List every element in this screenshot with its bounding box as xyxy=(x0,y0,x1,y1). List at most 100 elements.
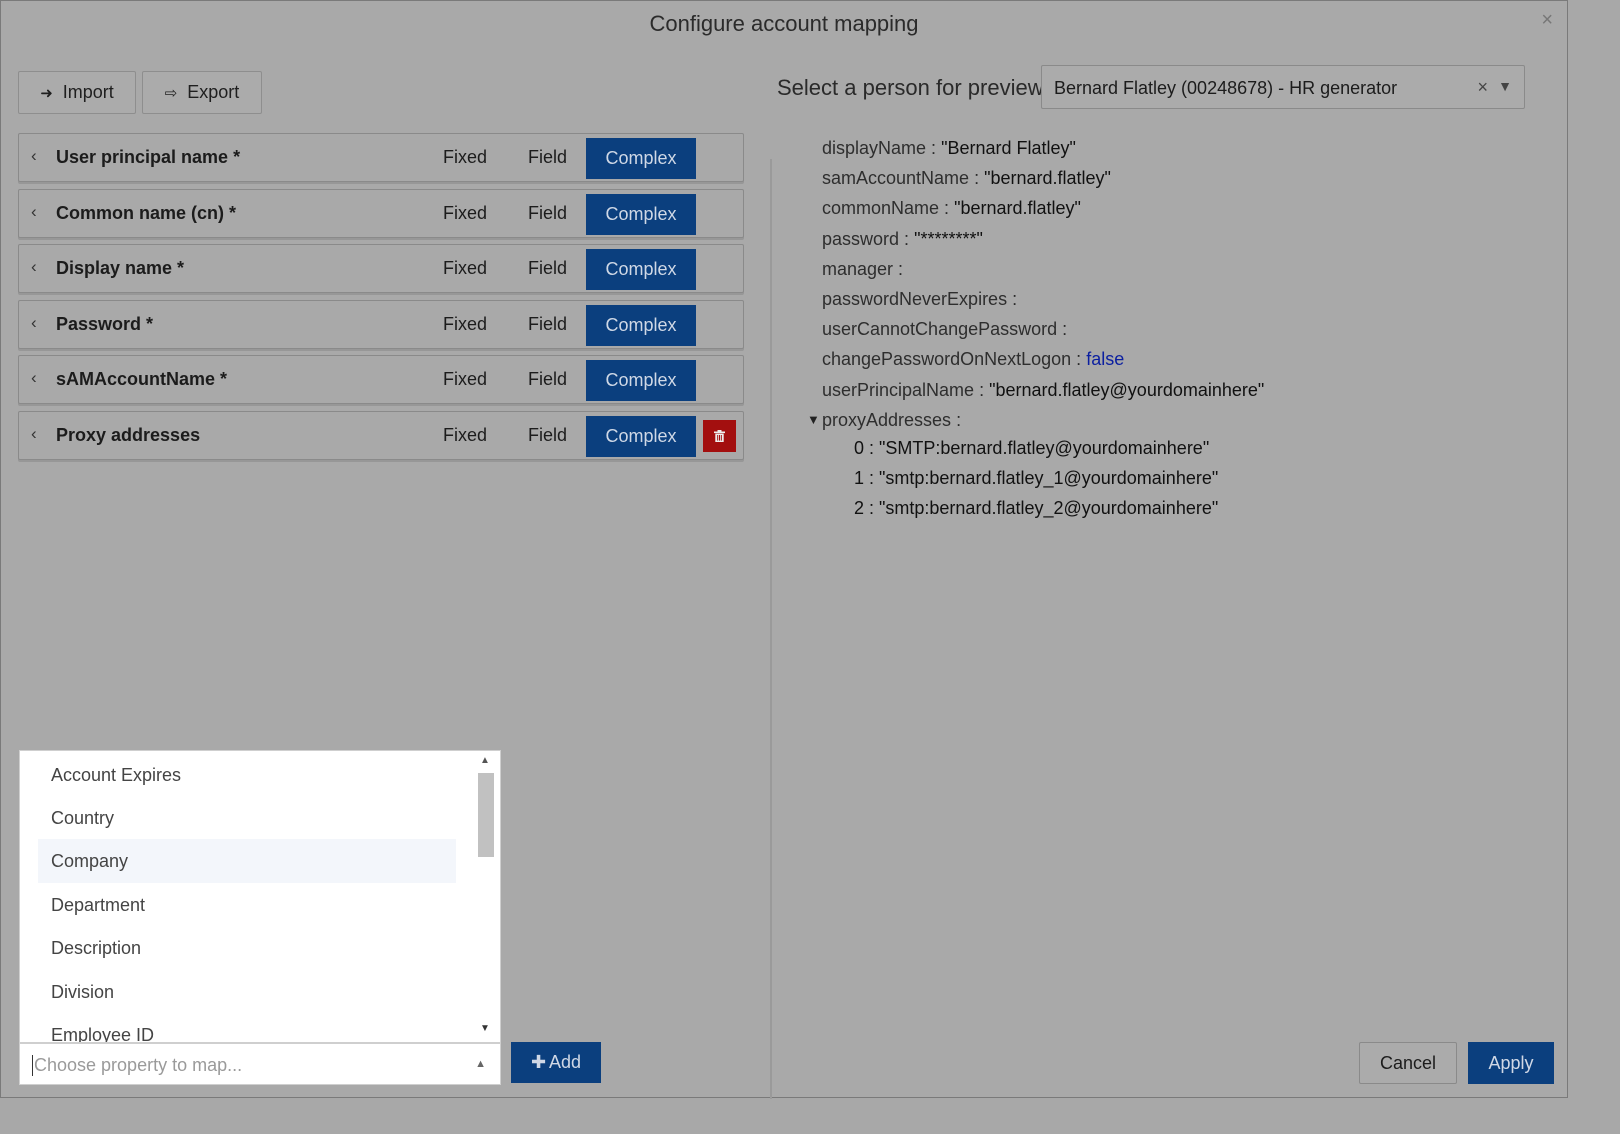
panel-divider xyxy=(770,159,772,1099)
property-sep: : xyxy=(974,380,990,400)
property-key: manager xyxy=(822,259,894,279)
proxy-address-item: 2 : "smtp:bernard.flatley_2@yourdomainhe… xyxy=(854,498,1219,518)
chevron-left-icon[interactable]: ‹ xyxy=(31,257,37,277)
fixed-option[interactable]: Fixed xyxy=(443,203,487,224)
proxy-address-item: 1 : "smtp:bernard.flatley_1@yourdomainhe… xyxy=(854,468,1219,488)
import-label: Import xyxy=(62,82,114,102)
mapping-name: Proxy addresses xyxy=(56,425,201,445)
chevron-left-icon[interactable]: ‹ xyxy=(31,313,37,333)
apply-button[interactable]: Apply xyxy=(1468,1042,1554,1084)
preview-property: passwordNeverExpires : xyxy=(822,289,1017,310)
dropdown-option[interactable]: Department xyxy=(38,883,456,927)
close-icon[interactable]: × xyxy=(1541,9,1553,32)
chevron-up-icon[interactable]: ▲ xyxy=(475,1058,486,1070)
fixed-option[interactable]: Fixed xyxy=(443,147,487,168)
property-sep: : xyxy=(1007,289,1018,309)
property-search-input[interactable]: Choose property to map... ▲ xyxy=(19,1043,501,1085)
trash-icon xyxy=(714,430,725,442)
property-sep: : xyxy=(951,410,962,430)
dropdown-option[interactable]: Country xyxy=(38,796,456,840)
field-option[interactable]: Field xyxy=(528,203,567,224)
property-dropdown-list: Account Expires Country Company Departme… xyxy=(19,750,501,1043)
chevron-left-icon[interactable]: ‹ xyxy=(31,146,37,166)
add-label: Add xyxy=(549,1052,582,1072)
fixed-option[interactable]: Fixed xyxy=(443,369,487,390)
complex-option[interactable]: Complex xyxy=(586,138,696,179)
complex-option[interactable]: Complex xyxy=(586,249,696,290)
property-key: password xyxy=(822,229,900,249)
property-key: passwordNeverExpires xyxy=(822,289,1008,309)
mapping-name: sAMAccountName * xyxy=(56,369,228,389)
mapping-name: Display name * xyxy=(56,258,185,278)
mapping-row-password: ‹ Password * Fixed Field Complex xyxy=(18,300,744,349)
person-select[interactable]: Bernard Flatley (00248678) - HR generato… xyxy=(1041,65,1525,109)
field-option[interactable]: Field xyxy=(528,369,567,390)
property-key: userPrincipalName xyxy=(822,380,975,400)
plus-icon: ✚ xyxy=(530,1052,547,1072)
property-value-boolean: false xyxy=(1086,349,1125,369)
scroll-thumb[interactable] xyxy=(478,773,494,857)
complex-option[interactable]: Complex xyxy=(586,416,696,457)
preview-property: manager : xyxy=(822,259,903,280)
property-sep: : xyxy=(899,229,915,249)
fixed-option[interactable]: Fixed xyxy=(443,425,487,446)
sign-out-icon: ⇨ xyxy=(164,84,178,102)
clear-icon[interactable]: × xyxy=(1477,77,1488,98)
property-sep: : xyxy=(969,168,985,188)
chevron-down-icon[interactable]: ▼ xyxy=(1498,78,1512,94)
export-label: Export xyxy=(187,82,240,102)
import-button[interactable]: ➜ Import xyxy=(18,71,136,114)
scroll-down-icon[interactable]: ▼ xyxy=(480,1023,490,1034)
chevron-left-icon[interactable]: ‹ xyxy=(31,368,37,388)
chevron-left-icon[interactable]: ‹ xyxy=(31,424,37,444)
selected-person: Bernard Flatley (00248678) - HR generato… xyxy=(1054,78,1398,98)
complex-option[interactable]: Complex xyxy=(586,194,696,235)
property-value: "bernard.flatley" xyxy=(984,168,1111,188)
preview-property: changePasswordOnNextLogon : false xyxy=(822,349,1124,370)
cancel-button[interactable]: Cancel xyxy=(1359,1042,1457,1084)
dropdown-scrollbar[interactable]: ▲ ▼ xyxy=(476,751,496,1042)
export-button[interactable]: ⇨ Export xyxy=(142,71,262,114)
field-option[interactable]: Field xyxy=(528,314,567,335)
dropdown-option[interactable]: Division xyxy=(38,970,456,1014)
preview-label: Select a person for preview xyxy=(777,75,1044,100)
add-mapping-button[interactable]: ✚ Add xyxy=(511,1042,601,1083)
property-value: "bernard.flatley@yourdomainhere" xyxy=(989,380,1265,400)
expand-triangle-icon[interactable]: ▼ xyxy=(807,412,820,427)
preview-property: commonName : "bernard.flatley" xyxy=(822,198,1081,219)
complex-option[interactable]: Complex xyxy=(586,360,696,401)
property-value: "********" xyxy=(914,229,983,249)
complex-option[interactable]: Complex xyxy=(586,305,696,346)
delete-mapping-button[interactable] xyxy=(703,420,736,452)
property-placeholder: Choose property to map... xyxy=(32,1055,243,1076)
property-key: commonName xyxy=(822,198,940,218)
dropdown-option-highlighted[interactable]: Company xyxy=(38,839,456,883)
sign-in-icon: ➜ xyxy=(40,84,53,102)
fixed-option[interactable]: Fixed xyxy=(443,258,487,279)
mapping-name: Password * xyxy=(56,314,154,334)
dropdown-option[interactable]: Employee ID xyxy=(38,1013,456,1042)
property-key: changePasswordOnNextLogon xyxy=(822,349,1072,369)
dropdown-option[interactable]: Account Expires xyxy=(38,753,456,797)
preview-property: displayName : "Bernard Flatley" xyxy=(822,138,1076,159)
preview-property: samAccountName : "bernard.flatley" xyxy=(822,168,1111,189)
field-option[interactable]: Field xyxy=(528,258,567,279)
property-key: samAccountName xyxy=(822,168,970,188)
account-mapping-dialog: Configure account mapping × ➜ Import ⇨ E… xyxy=(0,0,1568,1099)
field-option[interactable]: Field xyxy=(528,425,567,446)
proxy-address-item: 0 : "SMTP:bernard.flatley@yourdomainhere… xyxy=(854,438,1210,458)
fixed-option[interactable]: Fixed xyxy=(443,314,487,335)
mapping-row-common-name: ‹ Common name (cn) * Fixed Field Complex xyxy=(18,189,744,238)
preview-property: proxyAddresses : xyxy=(822,410,961,431)
property-sep: : xyxy=(893,259,904,279)
preview-property: password : "********" xyxy=(822,229,983,250)
mapping-row-user-principal-name: ‹ User principal name * Fixed Field Comp… xyxy=(18,133,744,182)
property-key: displayName xyxy=(822,138,927,158)
dropdown-option[interactable]: Description xyxy=(38,926,456,970)
scroll-up-icon[interactable]: ▲ xyxy=(480,755,490,766)
mapping-row-proxy-addresses: ‹ Proxy addresses Fixed Field Complex xyxy=(18,411,744,460)
field-option[interactable]: Field xyxy=(528,147,567,168)
property-sep: : xyxy=(1071,349,1087,369)
mapping-row-samaccountname: ‹ sAMAccountName * Fixed Field Complex xyxy=(18,355,744,404)
chevron-left-icon[interactable]: ‹ xyxy=(31,202,37,222)
